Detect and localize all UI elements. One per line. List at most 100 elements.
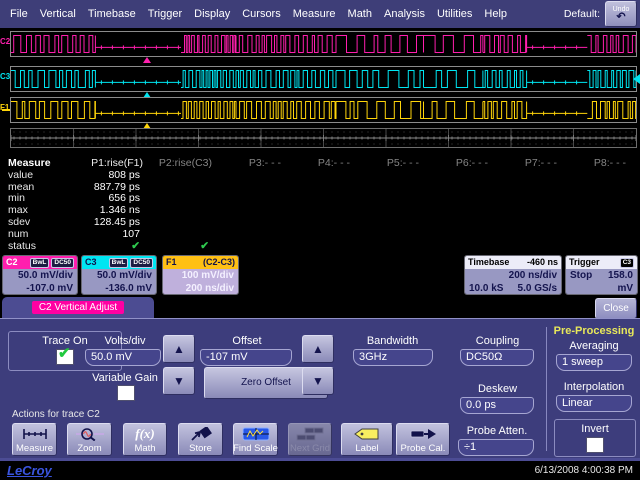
c2-offset: -107.0 mV bbox=[7, 282, 73, 295]
tab-c2-vertical-adjust[interactable]: C2 Vertical Adjust bbox=[2, 297, 154, 318]
measure-max-p6 bbox=[431, 204, 500, 216]
menu-analysis[interactable]: Analysis bbox=[378, 8, 431, 20]
deskew-label: Deskew bbox=[455, 383, 540, 395]
deskew-field[interactable]: 0.0 ps bbox=[460, 397, 534, 414]
waveform-display: C2C3F1 bbox=[0, 28, 640, 157]
action-probe-cal-button[interactable]: Probe Cal. bbox=[396, 423, 450, 456]
oscilloscope-screen: FileVerticalTimebaseTriggerDisplayCursor… bbox=[0, 0, 640, 480]
invert-checkbox[interactable] bbox=[586, 437, 604, 453]
action-label: Probe Cal. bbox=[401, 444, 446, 454]
measure-sdev-p8 bbox=[569, 216, 638, 228]
probe-atten-label: Probe Atten. bbox=[452, 425, 542, 437]
channel-c2-descriptor[interactable]: C2 BwLDC50 50.0 mV/div-107.0 mV bbox=[2, 255, 78, 295]
interpolation-field[interactable]: Linear bbox=[556, 395, 632, 412]
f1-vdiv: 100 mV/div bbox=[167, 269, 234, 282]
averaging-field[interactable]: 1 sweep bbox=[556, 354, 632, 371]
action-find-scale-button[interactable]: Find Scale bbox=[233, 423, 278, 456]
channel-c3-descriptor[interactable]: C3 BwLDC50 50.0 mV/div-136.0 mV bbox=[81, 255, 157, 295]
action-label: Next Grid bbox=[290, 444, 330, 454]
action-label-button[interactable]: Label bbox=[341, 423, 393, 456]
measure-col-header-p5: P5:- - - bbox=[362, 157, 431, 169]
measure-row-label-max: max bbox=[0, 204, 86, 216]
measure-num-p7 bbox=[500, 228, 569, 240]
coupling-label: Coupling bbox=[455, 335, 540, 347]
action-store-button[interactable]: Store bbox=[178, 423, 223, 456]
measure-num-p3 bbox=[224, 228, 293, 240]
measure-max-p7 bbox=[500, 204, 569, 216]
timebase-samples: 10.0 kS bbox=[469, 282, 503, 295]
measure-status-p1: ✔ bbox=[86, 240, 155, 252]
measure-num-p5 bbox=[362, 228, 431, 240]
measure-mean-p4 bbox=[293, 181, 362, 193]
vertical-adjust-dialog: C2 Vertical Adjust Close Trace On ✔ Volt… bbox=[0, 296, 640, 458]
measure-min-p2 bbox=[155, 192, 224, 204]
menu-utilities[interactable]: Utilities bbox=[431, 8, 478, 20]
menu-file[interactable]: File bbox=[4, 8, 34, 20]
menu-measure[interactable]: Measure bbox=[287, 8, 342, 20]
probe-atten-field[interactable]: ÷1 bbox=[458, 439, 534, 456]
menu-timebase[interactable]: Timebase bbox=[82, 8, 142, 20]
measure-mean-p8 bbox=[569, 181, 638, 193]
measure-num-p4 bbox=[293, 228, 362, 240]
find-scale-icon bbox=[241, 426, 271, 441]
action-label: Find Scale bbox=[233, 444, 278, 454]
offset-field[interactable]: -107 mV bbox=[200, 349, 292, 366]
dc50-badge: DC50 bbox=[51, 258, 74, 268]
trigger-descriptor[interactable]: Trigger C3 Stop158.0 mV WidthNegative bbox=[565, 255, 638, 295]
descriptor-row: C2 BwLDC50 50.0 mV/div-107.0 mV C3 BwLDC… bbox=[0, 252, 640, 296]
bandwidth-label: Bandwidth bbox=[350, 335, 435, 347]
measure-col-header-p7: P7:- - - bbox=[500, 157, 569, 169]
menu-vertical[interactable]: Vertical bbox=[34, 8, 82, 20]
menu-math[interactable]: Math bbox=[342, 8, 378, 20]
menu-display[interactable]: Display bbox=[188, 8, 236, 20]
measure-value-p7 bbox=[500, 169, 569, 181]
timebase-tdiv: 200 ns/div bbox=[469, 269, 557, 282]
measure-sdev-p3 bbox=[224, 216, 293, 228]
measure-col-header-p3: P3:- - - bbox=[224, 157, 293, 169]
measure-max-p4 bbox=[293, 204, 362, 216]
measure-status-p6 bbox=[431, 240, 500, 252]
offset-up-button[interactable]: ▲ bbox=[302, 335, 334, 363]
measure-min-p4 bbox=[293, 192, 362, 204]
dc50-badge: DC50 bbox=[130, 258, 153, 268]
undo-button[interactable]: Undo ↶ bbox=[605, 1, 637, 27]
variable-gain-checkbox[interactable] bbox=[117, 385, 135, 401]
measure-min-p3 bbox=[224, 192, 293, 204]
trigger-time-marker-c2[interactable] bbox=[143, 57, 151, 63]
offset-label: Offset bbox=[205, 335, 289, 347]
store-icon bbox=[186, 426, 216, 441]
measure-sdev-p6 bbox=[431, 216, 500, 228]
grid-f1 bbox=[10, 97, 637, 123]
trace-on-checkbox[interactable]: ✔ bbox=[56, 349, 74, 365]
measure-min-p6 bbox=[431, 192, 500, 204]
offset-down-button[interactable]: ▼ bbox=[302, 367, 334, 395]
bandwidth-field[interactable]: 3GHz bbox=[353, 349, 433, 366]
menu-help[interactable]: Help bbox=[478, 8, 513, 20]
grid-c2 bbox=[10, 31, 637, 57]
close-button[interactable]: Close bbox=[595, 298, 637, 319]
coupling-field[interactable]: DC50Ω bbox=[460, 349, 534, 366]
action-math-button[interactable]: f(x)Math bbox=[123, 423, 167, 456]
measure-max-p1: 1.346 ns bbox=[86, 204, 155, 216]
measure-status-p2: ✔ bbox=[155, 240, 224, 252]
measure-num-p8 bbox=[569, 228, 638, 240]
trigger-level-marker-c3[interactable] bbox=[633, 74, 640, 84]
measure-row-label-value: value bbox=[0, 169, 86, 181]
tab-label: C2 Vertical Adjust bbox=[32, 301, 124, 314]
label-icon bbox=[352, 426, 382, 441]
measure-value-p1: 808 ps bbox=[86, 169, 155, 181]
action-measure-button[interactable]: Measure bbox=[12, 423, 57, 456]
measure-min-p5 bbox=[362, 192, 431, 204]
volts-div-field[interactable]: 50.0 mV bbox=[85, 349, 161, 366]
menu-cursors[interactable]: Cursors bbox=[236, 8, 287, 20]
measure-num-p1: 107 bbox=[86, 228, 155, 240]
c2-vdiv: 50.0 mV/div bbox=[7, 269, 73, 282]
action-zoom-button[interactable]: Zoom bbox=[67, 423, 112, 456]
volts-div-up-button[interactable]: ▲ bbox=[163, 335, 195, 363]
measure-mean-p1: 887.79 ps bbox=[86, 181, 155, 193]
timebase-descriptor[interactable]: Timebase -460 ns 200 ns/div 10.0 kS5.0 G… bbox=[464, 255, 562, 295]
trace-f1-descriptor[interactable]: F1 (C2-C3) 100 mV/div200 ns/div bbox=[162, 255, 239, 295]
measure-num-p6 bbox=[431, 228, 500, 240]
measure-col-header-p1: P1:rise(F1) bbox=[86, 157, 155, 169]
menu-trigger[interactable]: Trigger bbox=[142, 8, 188, 20]
